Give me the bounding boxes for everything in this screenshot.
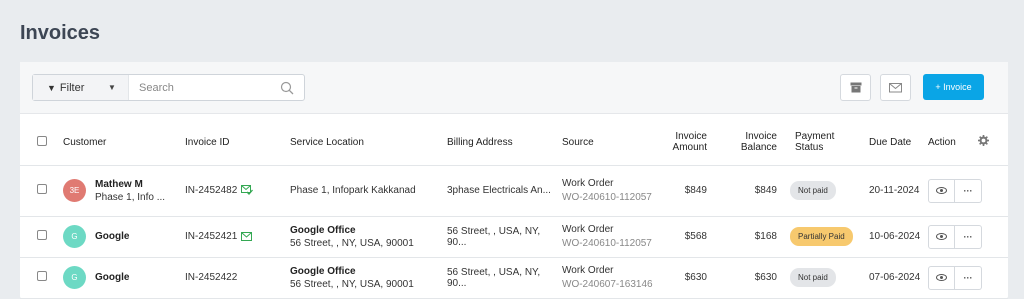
more-actions-button[interactable]: ··· xyxy=(955,178,982,203)
customer-subtitle: Phase 1, Info ... xyxy=(95,191,166,203)
header-billing-address[interactable]: Billing Address xyxy=(447,120,562,166)
row-checkbox[interactable] xyxy=(37,184,47,194)
table-row[interactable]: G Google IN-2452421 Google Office 56 Street,… xyxy=(20,216,1008,258)
search-input[interactable] xyxy=(129,75,304,100)
header-customer[interactable]: Customer xyxy=(63,120,185,166)
header-invoice-balance-line1: Invoice xyxy=(745,131,777,143)
select-all-checkbox[interactable] xyxy=(37,135,47,146)
header-due-date[interactable]: Due Date xyxy=(864,120,928,166)
email-button[interactable] xyxy=(880,74,911,101)
header-action: Action xyxy=(928,120,978,166)
source-type: Work Order xyxy=(562,223,614,235)
location-address: 56 Street, , NY, USA, 90001 xyxy=(290,278,414,290)
caret-down-icon: ▼ xyxy=(108,83,116,92)
view-button[interactable] xyxy=(928,178,955,203)
settings-gear-icon[interactable] xyxy=(978,135,989,147)
header-invoice-amount-line1: Invoice xyxy=(675,131,707,143)
invoice-amount: $849 xyxy=(657,165,707,217)
location-name: Google Office xyxy=(290,265,356,277)
search-group: ▼ Filter ▼ xyxy=(32,74,305,101)
header-invoice-balance-line2: Balance xyxy=(740,142,777,154)
header-invoice-amount[interactable]: Invoice Amount xyxy=(657,120,707,166)
more-actions-button[interactable]: ··· xyxy=(955,224,982,249)
status-badge: Not paid xyxy=(790,268,836,287)
invoice-id[interactable]: IN-2452422 xyxy=(185,272,237,283)
invoice-amount: $568 xyxy=(657,216,707,258)
customer-name[interactable]: Google xyxy=(95,230,129,243)
header-source[interactable]: Source xyxy=(562,120,657,166)
eye-icon xyxy=(936,274,947,281)
table-header-row: Customer Invoice ID Service Location Bil… xyxy=(20,120,1008,166)
page-title: Invoices xyxy=(20,22,101,44)
envelope-icon xyxy=(888,83,902,93)
search-icon[interactable] xyxy=(280,81,294,95)
row-checkbox[interactable] xyxy=(37,230,47,240)
invoice-amount: $630 xyxy=(657,257,707,299)
ellipsis-icon: ··· xyxy=(963,231,973,242)
billing-address: 3phase Electricals An... xyxy=(447,165,562,217)
more-actions-button[interactable]: ··· xyxy=(955,265,982,290)
billing-address: 56 Street, , USA, NY, 90... xyxy=(447,216,562,258)
status-badge: Not paid xyxy=(790,181,836,200)
customer-name[interactable]: Google xyxy=(95,271,129,284)
invoice-balance: $168 xyxy=(707,216,777,258)
mail-icon xyxy=(241,231,253,241)
header-invoice-balance[interactable]: Invoice Balance xyxy=(707,120,777,166)
header-service-location[interactable]: Service Location xyxy=(290,120,447,166)
location-address: Phase 1, Infopark Kakkanad xyxy=(290,185,416,196)
toolbar: ▼ Filter ▼ + Invoice xyxy=(20,62,1008,114)
due-date: 07-06-2024 xyxy=(864,257,928,299)
avatar: G xyxy=(63,266,86,289)
invoices-card: ▼ Filter ▼ + Invoice xyxy=(20,62,1008,299)
filter-label: Filter xyxy=(59,81,85,94)
funnel-icon: ▼ xyxy=(47,82,56,93)
header-invoice-id[interactable]: Invoice ID xyxy=(185,120,290,166)
invoice-balance: $849 xyxy=(707,165,777,217)
customer-cell[interactable]: 3E Mathew M Phase 1, Info ... xyxy=(63,178,185,204)
location-address: 56 Street, , NY, USA, 90001 xyxy=(290,237,414,249)
billing-address: 56 Street, , USA, NY, 90... xyxy=(447,257,562,299)
row-checkbox[interactable] xyxy=(37,271,47,281)
eye-icon xyxy=(936,233,947,240)
due-date: 10-06-2024 xyxy=(864,216,928,258)
source-id[interactable]: WO-240610-112057 xyxy=(562,237,657,251)
source-id[interactable]: WO-240607-163146 xyxy=(562,278,657,292)
table-row[interactable]: G Google IN-2452422 Google Office 56 Street,… xyxy=(20,257,1008,299)
header-payment-status[interactable]: Payment Status xyxy=(777,120,864,166)
ellipsis-icon: ··· xyxy=(963,272,973,283)
ellipsis-icon: ··· xyxy=(963,185,973,196)
avatar: 3E xyxy=(63,179,86,202)
source-id[interactable]: WO-240610-112057 xyxy=(562,191,657,205)
archive-button[interactable] xyxy=(840,74,871,101)
customer-cell[interactable]: G Google xyxy=(63,266,185,289)
customer-cell[interactable]: G Google xyxy=(63,225,185,248)
view-button[interactable] xyxy=(928,224,955,249)
mail-check-icon xyxy=(241,185,254,196)
customer-name[interactable]: Mathew M xyxy=(95,178,165,191)
table-row[interactable]: 3E Mathew M Phase 1, Info ... IN-2452482 Pha… xyxy=(20,165,1008,217)
invoice-balance: $630 xyxy=(707,257,777,299)
add-invoice-button[interactable]: + Invoice xyxy=(923,74,984,100)
row-actions: ··· xyxy=(928,224,982,249)
invoice-id[interactable]: IN-2452482 xyxy=(185,185,237,196)
source-type: Work Order xyxy=(562,264,614,276)
status-badge: Partially Paid xyxy=(790,227,853,246)
header-invoice-amount-line2: Amount xyxy=(672,142,707,154)
row-actions: ··· xyxy=(928,265,982,290)
eye-icon xyxy=(936,187,947,194)
view-button[interactable] xyxy=(928,265,955,290)
invoices-table: Customer Invoice ID Service Location Bil… xyxy=(20,120,1008,299)
location-name: Google Office xyxy=(290,224,356,236)
archive-icon xyxy=(850,82,861,93)
avatar: G xyxy=(63,225,86,248)
filter-button[interactable]: ▼ Filter ▼ xyxy=(33,75,129,100)
row-actions: ··· xyxy=(928,178,982,203)
due-date: 20-11-2024 xyxy=(864,165,928,217)
invoice-id[interactable]: IN-2452421 xyxy=(185,231,237,242)
source-type: Work Order xyxy=(562,177,614,189)
